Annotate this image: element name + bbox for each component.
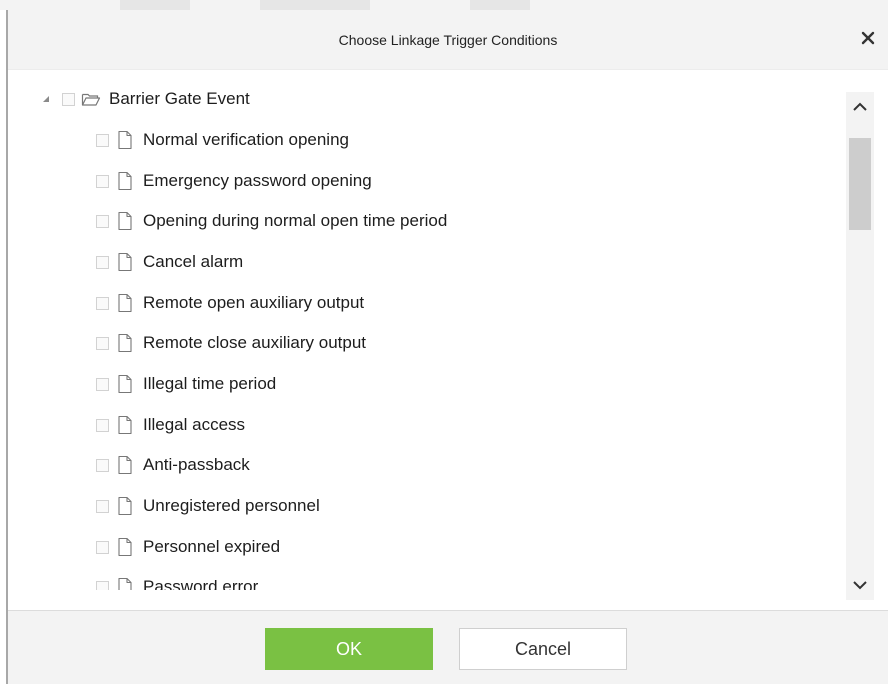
checkbox[interactable] bbox=[62, 92, 75, 106]
file-icon bbox=[115, 577, 135, 590]
file-icon bbox=[115, 211, 135, 231]
close-icon[interactable] bbox=[858, 28, 880, 50]
tree-node-label: Personnel expired bbox=[143, 537, 281, 556]
tree-root-barrier-gate-event[interactable]: Barrier Gate Event bbox=[40, 86, 250, 112]
dialog-title: Choose Linkage Trigger Conditions bbox=[338, 32, 558, 48]
tree-node-label: Cancel alarm bbox=[143, 252, 244, 271]
tree-item[interactable]: Illegal access bbox=[96, 412, 245, 438]
checkbox[interactable] bbox=[96, 418, 109, 432]
file-icon bbox=[115, 537, 135, 557]
scrollbar-thumb[interactable] bbox=[849, 138, 871, 230]
cancel-button[interactable]: Cancel bbox=[459, 628, 627, 670]
file-icon bbox=[115, 130, 135, 150]
tree-node-label: Unregistered personnel bbox=[143, 496, 320, 515]
background-blur bbox=[470, 0, 530, 10]
vertical-scrollbar[interactable] bbox=[846, 92, 874, 600]
tree-item[interactable]: Anti-passback bbox=[96, 452, 250, 478]
checkbox[interactable] bbox=[96, 499, 109, 513]
folder-open-icon bbox=[81, 89, 101, 109]
file-icon bbox=[115, 293, 135, 313]
file-icon bbox=[115, 415, 135, 435]
tree-node-label: Opening during normal open time period bbox=[143, 211, 448, 230]
checkbox[interactable] bbox=[96, 214, 109, 228]
checkbox[interactable] bbox=[96, 580, 109, 590]
dialog-footer: OK Cancel bbox=[8, 610, 888, 684]
tree-item[interactable]: Normal verification opening bbox=[96, 127, 349, 153]
background-strip bbox=[0, 0, 888, 10]
tree-container: Barrier Gate Event Normal verification o… bbox=[8, 70, 888, 610]
dialog-header: Choose Linkage Trigger Conditions bbox=[8, 10, 888, 70]
tree-node-label: Remote open auxiliary output bbox=[143, 293, 365, 312]
background-blur bbox=[120, 0, 190, 10]
checkbox[interactable] bbox=[96, 296, 109, 310]
background-window-edge bbox=[0, 10, 8, 684]
tree-item[interactable]: Personnel expired bbox=[96, 534, 280, 560]
checkbox[interactable] bbox=[96, 133, 109, 147]
tree-node-label: Password error bbox=[143, 577, 259, 590]
chevron-down-icon[interactable] bbox=[846, 570, 874, 600]
event-tree: Barrier Gate Event Normal verification o… bbox=[8, 70, 838, 590]
tree-node-label: Illegal access bbox=[143, 415, 246, 434]
background-blur bbox=[260, 0, 370, 10]
tree-item[interactable]: Remote open auxiliary output bbox=[96, 290, 364, 316]
checkbox[interactable] bbox=[96, 336, 109, 350]
tree-item[interactable]: Cancel alarm bbox=[96, 249, 243, 275]
checkbox[interactable] bbox=[96, 458, 109, 472]
tree-node-label: Normal verification opening bbox=[143, 130, 349, 149]
file-icon bbox=[115, 333, 135, 353]
tree-item[interactable]: Remote close auxiliary output bbox=[96, 330, 366, 356]
file-icon bbox=[115, 171, 135, 191]
checkbox[interactable] bbox=[96, 255, 109, 269]
ok-button[interactable]: OK bbox=[265, 628, 433, 670]
file-icon bbox=[115, 455, 135, 475]
chevron-up-icon[interactable] bbox=[846, 92, 874, 122]
file-icon bbox=[115, 374, 135, 394]
expand-triangle-icon[interactable] bbox=[40, 93, 52, 105]
tree-node-label: Illegal time period bbox=[143, 374, 277, 393]
tree-node-label: Anti-passback bbox=[143, 455, 250, 474]
checkbox[interactable] bbox=[96, 174, 109, 188]
file-icon bbox=[115, 252, 135, 272]
tree-item[interactable]: Unregistered personnel bbox=[96, 493, 320, 519]
tree-item[interactable]: Password error bbox=[96, 574, 258, 590]
file-icon bbox=[115, 496, 135, 516]
tree-node-label: Remote close auxiliary output bbox=[143, 333, 367, 352]
tree-node-label: Barrier Gate Event bbox=[109, 89, 250, 108]
checkbox[interactable] bbox=[96, 540, 109, 554]
tree-item[interactable]: Illegal time period bbox=[96, 371, 276, 397]
tree-node-label: Emergency password opening bbox=[143, 171, 372, 190]
tree-item[interactable]: Opening during normal open time period bbox=[96, 208, 447, 234]
linkage-trigger-dialog: Choose Linkage Trigger Conditions Barrie… bbox=[8, 10, 888, 684]
checkbox[interactable] bbox=[96, 377, 109, 391]
tree-item[interactable]: Emergency password opening bbox=[96, 168, 372, 194]
